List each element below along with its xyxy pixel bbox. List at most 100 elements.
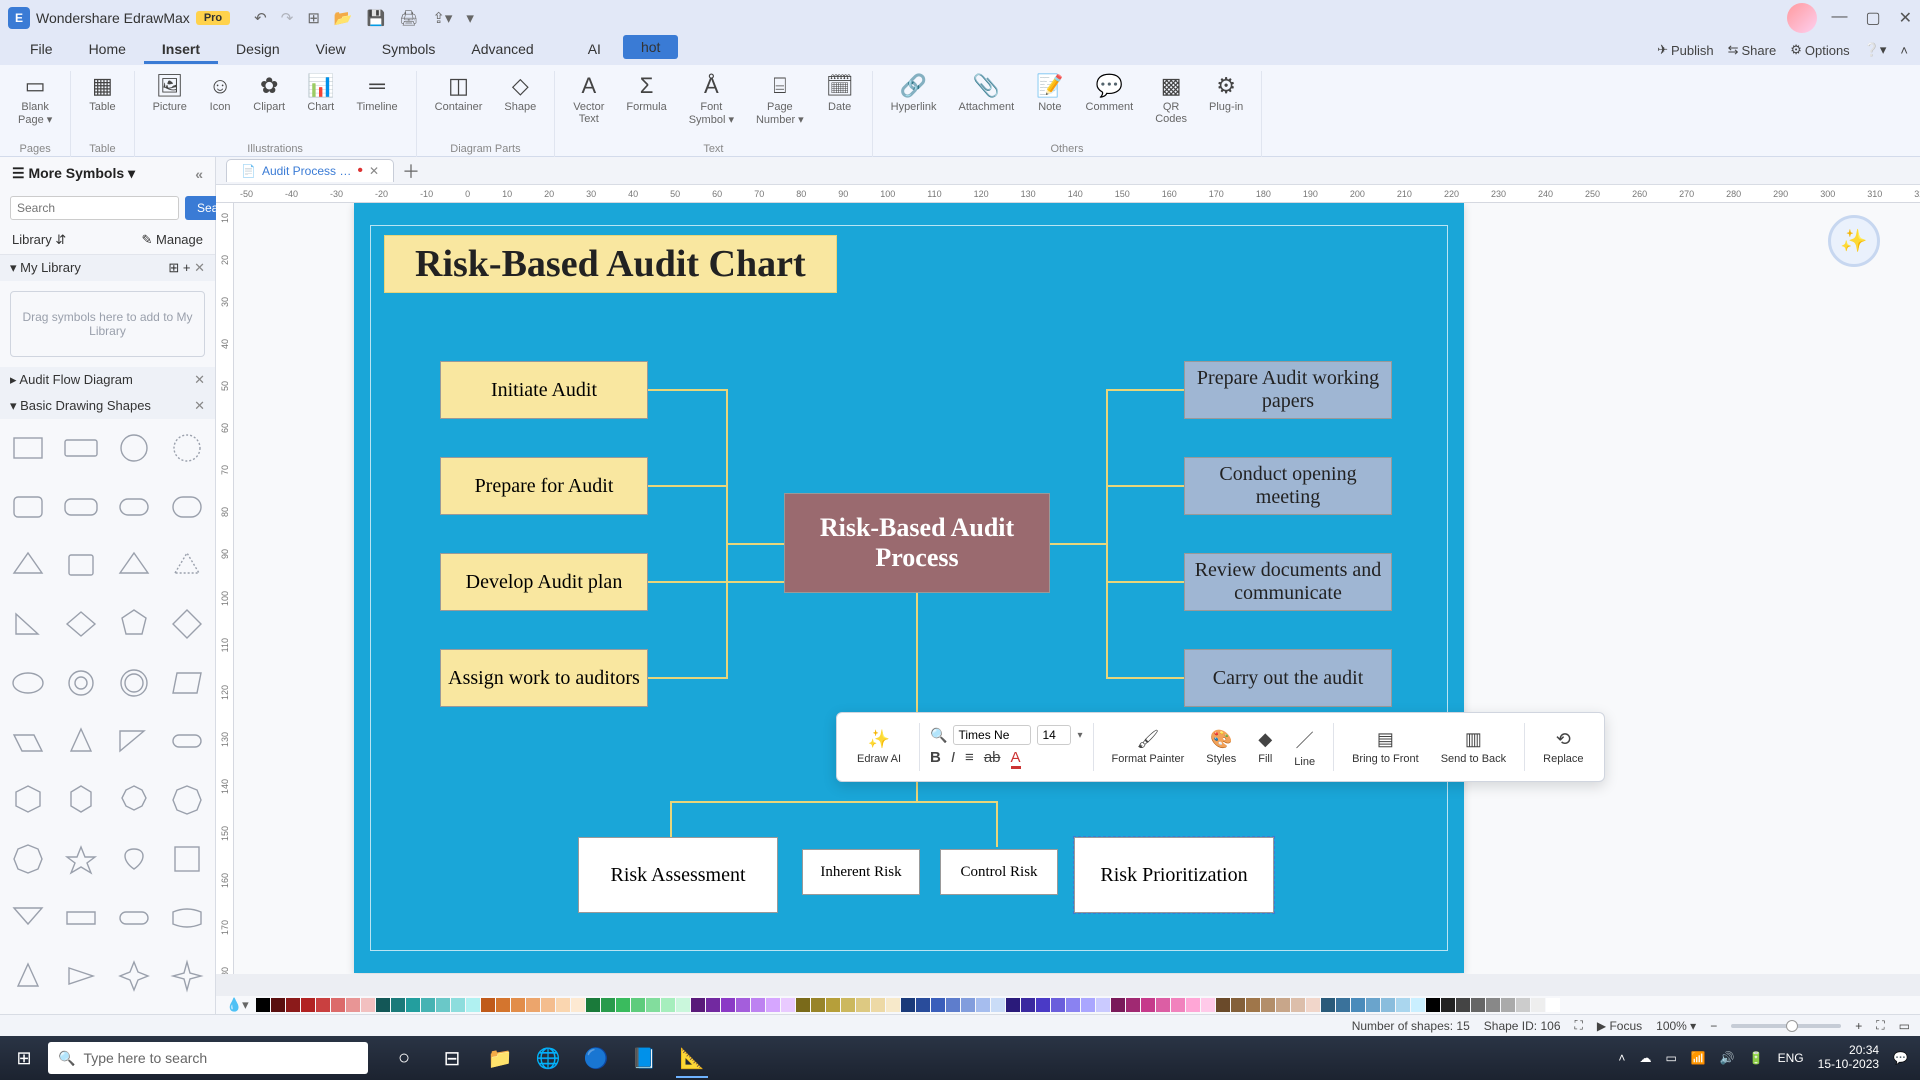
color-swatch[interactable] xyxy=(616,998,630,1012)
mylib-close-icon[interactable]: ✕ xyxy=(194,260,205,275)
publish-button[interactable]: ✈ Publish xyxy=(1657,42,1714,58)
ctx-fill[interactable]: ◆Fill xyxy=(1250,729,1280,765)
color-swatch[interactable] xyxy=(766,998,780,1012)
color-swatch[interactable] xyxy=(361,998,375,1012)
undo-icon[interactable]: ↶ xyxy=(254,9,267,27)
shape-item[interactable] xyxy=(112,838,157,880)
color-swatch[interactable] xyxy=(886,998,900,1012)
color-swatch[interactable] xyxy=(1261,998,1275,1012)
color-swatch[interactable] xyxy=(451,998,465,1012)
color-swatch[interactable] xyxy=(976,998,990,1012)
ribbon-blank-page-[interactable]: ▭BlankPage ▾ xyxy=(8,71,62,128)
node-review-docs[interactable]: Review documents and communicate xyxy=(1184,553,1392,611)
ctx-replace[interactable]: ⟲Replace xyxy=(1535,729,1591,765)
color-swatch[interactable] xyxy=(1021,998,1035,1012)
color-swatch[interactable] xyxy=(301,998,315,1012)
shape-item[interactable] xyxy=(112,544,157,586)
align-button[interactable]: ≡ xyxy=(965,749,974,769)
shape-item[interactable] xyxy=(6,955,51,997)
ribbon-note[interactable]: 📝Note xyxy=(1026,71,1073,127)
fullscreen-icon[interactable]: ⛶ xyxy=(1876,1018,1884,1033)
node-prepare-audit[interactable]: Prepare for Audit xyxy=(440,457,648,515)
color-swatch[interactable] xyxy=(1351,998,1365,1012)
color-swatch[interactable] xyxy=(316,998,330,1012)
shapes-close-icon[interactable]: ✕ xyxy=(194,398,205,414)
more-quick-icon[interactable]: ▾ xyxy=(466,9,474,27)
zoom-out-button[interactable]: − xyxy=(1710,1019,1717,1033)
color-swatch[interactable] xyxy=(736,998,750,1012)
color-swatch[interactable] xyxy=(1096,998,1110,1012)
ribbon-clipart[interactable]: ✿Clipart xyxy=(243,71,295,115)
menu-ai[interactable]: AIhot xyxy=(552,37,697,64)
task-edrawmax-icon[interactable]: 📐 xyxy=(670,1036,714,1080)
start-button[interactable]: ⊞ xyxy=(0,1036,48,1080)
color-swatch[interactable] xyxy=(391,998,405,1012)
shape-item[interactable] xyxy=(164,486,209,528)
task-cortana-icon[interactable]: ○ xyxy=(382,1036,426,1080)
menu-design[interactable]: Design xyxy=(218,37,298,64)
ctx-send-back[interactable]: ▥Send to Back xyxy=(1433,729,1514,765)
new-icon[interactable]: ⊞ xyxy=(307,9,320,27)
font-size-input[interactable] xyxy=(1037,725,1071,745)
collapse-panel-icon[interactable]: « xyxy=(195,166,203,182)
ctx-bring-front[interactable]: ▤Bring to Front xyxy=(1344,729,1427,765)
ribbon-qr-codes[interactable]: ▩QRCodes xyxy=(1145,71,1197,127)
options-button[interactable]: ⚙ Options xyxy=(1790,42,1849,58)
node-assign-work[interactable]: Assign work to auditors xyxy=(440,649,648,707)
ribbon-timeline[interactable]: ═Timeline xyxy=(347,71,408,115)
node-risk-prioritization[interactable]: Risk Prioritization xyxy=(1074,837,1274,913)
ctx-line[interactable]: ／Line xyxy=(1286,727,1323,768)
help-icon[interactable]: ❔▾ xyxy=(1864,42,1887,58)
color-swatch[interactable] xyxy=(1126,998,1140,1012)
canvas[interactable]: ✨ Risk-Based Audit Chart Initiate Audit … xyxy=(234,203,1920,974)
ctx-styles[interactable]: 🎨Styles xyxy=(1198,729,1244,765)
color-swatch[interactable] xyxy=(676,998,690,1012)
color-swatch[interactable] xyxy=(1201,998,1215,1012)
print-icon[interactable]: 🖨 xyxy=(399,9,418,27)
shape-item[interactable] xyxy=(6,779,51,821)
minimize-icon[interactable]: — xyxy=(1831,8,1847,28)
color-swatch[interactable] xyxy=(1336,998,1350,1012)
color-swatch[interactable] xyxy=(1171,998,1185,1012)
share-button[interactable]: ⇆ Share xyxy=(1728,42,1777,58)
shape-item[interactable] xyxy=(6,486,51,528)
tray-meet-icon[interactable]: ▭ xyxy=(1665,1051,1676,1065)
tray-sound-icon[interactable]: 🔊 xyxy=(1720,1051,1735,1065)
shape-item[interactable] xyxy=(164,662,209,704)
color-swatch[interactable] xyxy=(1291,998,1305,1012)
color-swatch[interactable] xyxy=(691,998,705,1012)
mylib-plus-icon[interactable]: + xyxy=(183,260,191,275)
shape-item[interactable] xyxy=(164,603,209,645)
maximize-icon[interactable]: ▢ xyxy=(1865,8,1880,28)
color-swatch[interactable] xyxy=(1396,998,1410,1012)
node-center[interactable]: Risk-Based Audit Process xyxy=(784,493,1050,593)
color-swatch[interactable] xyxy=(1516,998,1530,1012)
color-swatch[interactable] xyxy=(661,998,675,1012)
tray-wifi-icon[interactable]: 📶 xyxy=(1691,1051,1706,1065)
color-swatch[interactable] xyxy=(871,998,885,1012)
shape-item[interactable] xyxy=(6,544,51,586)
shape-item[interactable] xyxy=(164,779,209,821)
color-swatch[interactable] xyxy=(496,998,510,1012)
color-swatch[interactable] xyxy=(376,998,390,1012)
add-tab-button[interactable]: ＋ xyxy=(402,158,420,184)
color-swatch[interactable] xyxy=(256,998,270,1012)
section-audit-flow[interactable]: ▸ Audit Flow Diagram ✕ xyxy=(0,367,215,393)
ribbon-vector-text[interactable]: AVectorText xyxy=(563,71,614,128)
color-swatch[interactable] xyxy=(751,998,765,1012)
font-family-input[interactable] xyxy=(953,725,1031,745)
tray-lang[interactable]: ENG xyxy=(1778,1051,1804,1065)
ribbon-picture[interactable]: 🖼Picture xyxy=(143,71,197,115)
shape-item[interactable] xyxy=(59,720,104,762)
more-symbols-header[interactable]: ☰ More Symbols ▾ « xyxy=(0,157,215,190)
color-swatch[interactable] xyxy=(796,998,810,1012)
node-opening-meeting[interactable]: Conduct opening meeting xyxy=(1184,457,1392,515)
tray-chevron-icon[interactable]: ˄ xyxy=(1618,1051,1625,1065)
color-swatch[interactable] xyxy=(1531,998,1545,1012)
color-swatch[interactable] xyxy=(541,998,555,1012)
manage-link[interactable]: ✎ Manage xyxy=(142,232,203,248)
color-swatch[interactable] xyxy=(1366,998,1380,1012)
color-swatch[interactable] xyxy=(436,998,450,1012)
italic-button[interactable]: I xyxy=(951,749,955,769)
ribbon-date[interactable]: 🗓Date xyxy=(816,71,864,128)
